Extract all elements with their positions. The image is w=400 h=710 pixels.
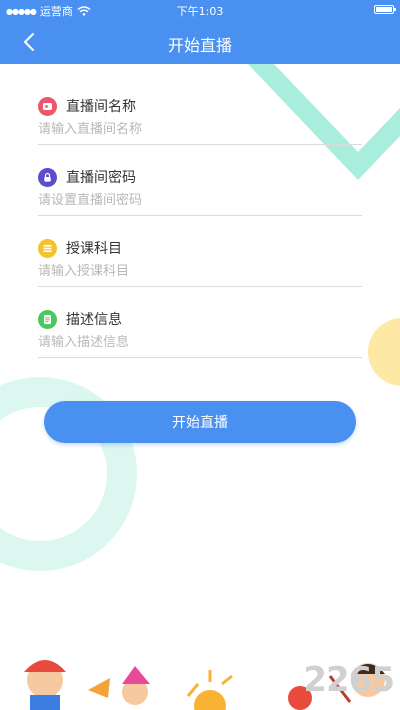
start-live-button[interactable]: 开始直播 (44, 401, 356, 443)
list-icon (38, 238, 57, 258)
field-subject: 授课科目 (38, 216, 362, 287)
field-description: 描述信息 (38, 287, 362, 358)
field-label: 直播间名称 (66, 99, 136, 115)
field-label: 描述信息 (66, 312, 122, 328)
room-name-input[interactable] (38, 122, 358, 137)
status-bar: ●●●●● 运营商 下午1:03 (0, 0, 400, 20)
nav-bar: 开始直播 (0, 20, 400, 64)
lock-icon (38, 167, 57, 187)
field-label: 直播间密码 (66, 170, 136, 186)
document-icon (38, 309, 57, 329)
subject-input[interactable] (38, 264, 358, 279)
description-input[interactable] (38, 335, 358, 350)
field-room-name: 直播间名称 (38, 74, 362, 145)
decorative-yellow-circle (368, 318, 400, 386)
battery-icon (374, 5, 396, 14)
field-label: 授课科目 (66, 241, 122, 257)
status-time: 下午1:03 (176, 5, 224, 18)
video-icon (38, 96, 57, 116)
field-room-password: 直播间密码 (38, 145, 362, 216)
page-title: 开始直播 (167, 36, 232, 55)
room-password-input[interactable] (38, 193, 358, 208)
watermark: 2265 (303, 660, 395, 700)
